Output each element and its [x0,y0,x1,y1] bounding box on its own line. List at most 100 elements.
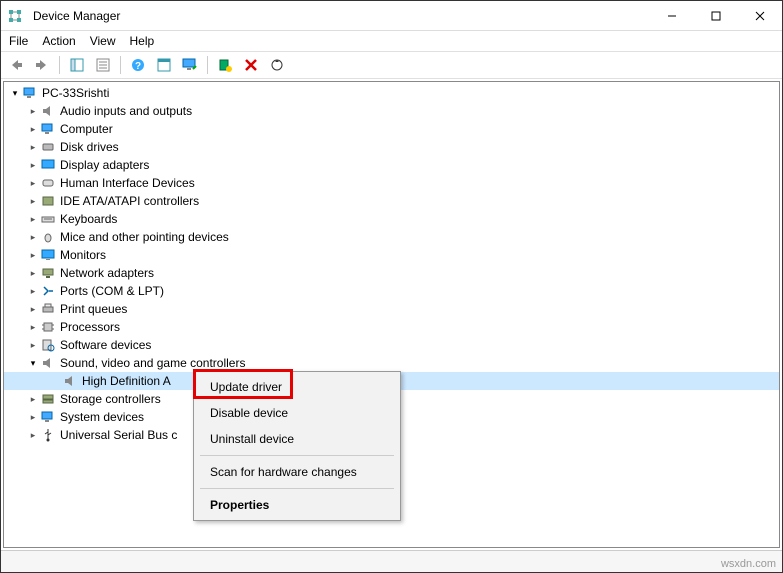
add-hardware-button[interactable] [214,54,236,76]
expander-icon[interactable]: ▸ [26,158,40,172]
expander-icon[interactable]: ▸ [26,230,40,244]
expander-icon[interactable]: ▸ [26,320,40,334]
tree-category[interactable]: ▸ Keyboards [4,210,779,228]
menu-view[interactable]: View [90,34,116,48]
expander-icon[interactable]: ▸ [26,212,40,226]
maximize-button[interactable] [694,1,738,31]
sound-icon [40,355,56,371]
expander-icon[interactable]: ▸ [26,338,40,352]
ctx-properties[interactable]: Properties [196,492,398,518]
tree-root[interactable]: ▾ PC-33Srishti [4,84,779,102]
category-label: Computer [60,122,113,136]
tree-category[interactable]: ▸Network adapters [4,264,779,282]
category-label: Keyboards [60,212,117,226]
mouse-icon [40,229,56,245]
menu-bar: File Action View Help [1,31,782,51]
expander-icon[interactable]: ▸ [26,104,40,118]
ctx-scan-changes[interactable]: Scan for hardware changes [196,459,398,485]
display-icon [40,157,56,173]
minimize-button[interactable] [650,1,694,31]
expander-icon[interactable]: ▾ [26,356,40,370]
network-icon [40,265,56,281]
hid-icon [40,175,56,191]
category-label: Human Interface Devices [60,176,195,190]
titlebar: Device Manager [1,1,782,31]
close-button[interactable] [738,1,782,31]
tree-category[interactable]: ▸ Print queues [4,300,779,318]
expander-icon[interactable]: ▸ [26,176,40,190]
keyboard-icon [40,211,56,227]
disk-icon [40,139,56,155]
monitor-button[interactable] [179,54,201,76]
menu-help[interactable]: Help [130,34,155,48]
show-hide-tree-button[interactable] [66,54,88,76]
tree-category[interactable]: ▸ Ports (COM & LPT) [4,282,779,300]
menu-action[interactable]: Action [42,34,75,48]
expander-icon[interactable]: ▸ [26,428,40,442]
category-label: Disk drives [60,140,119,154]
app-icon [7,8,23,24]
category-label: Processors [60,320,120,334]
category-label: Monitors [60,248,106,262]
properties-button[interactable] [92,54,114,76]
cpu-icon [40,319,56,335]
tree-category[interactable]: ▸IDE ATA/ATAPI controllers [4,192,779,210]
usb-icon [40,427,56,443]
tree-category[interactable]: ▸ Monitors [4,246,779,264]
expander-icon[interactable]: ▸ [26,122,40,136]
category-label: Ports (COM & LPT) [60,284,164,298]
context-menu-separator [200,488,394,489]
toolbar-separator [59,56,60,74]
category-label: Mice and other pointing devices [60,230,229,244]
storage-icon [40,391,56,407]
toolbar-separator [207,56,208,74]
category-label: Universal Serial Bus c [60,428,177,442]
category-label: Audio inputs and outputs [60,104,192,118]
tree-category[interactable]: ▸ Display adapters [4,156,779,174]
svg-text:?: ? [135,61,141,72]
audio-icon [40,103,56,119]
category-label: Sound, video and game controllers [60,356,245,370]
computer-icon [22,85,38,101]
nav-back-button[interactable] [5,54,27,76]
context-menu: Update driver Disable device Uninstall d… [193,371,401,521]
expander-icon[interactable]: ▸ [26,410,40,424]
context-menu-separator [200,455,394,456]
panel-button[interactable] [153,54,175,76]
ctx-update-driver[interactable]: Update driver [196,374,398,400]
tree-category[interactable]: ▸ Software devices [4,336,779,354]
printer-icon [40,301,56,317]
monitor-icon [40,247,56,263]
ctx-disable-device[interactable]: Disable device [196,400,398,426]
category-label: Storage controllers [60,392,161,406]
tree-category[interactable]: ▸ Human Interface Devices [4,174,779,192]
expander-icon[interactable]: ▸ [26,284,40,298]
tree-category[interactable]: ▸ Processors [4,318,779,336]
ctx-uninstall-device[interactable]: Uninstall device [196,426,398,452]
category-label: Display adapters [60,158,149,172]
expander-icon[interactable]: ▸ [26,194,40,208]
category-label: Print queues [60,302,127,316]
tree-category[interactable]: ▸ Computer [4,120,779,138]
scan-changes-button[interactable] [266,54,288,76]
remove-button[interactable] [240,54,262,76]
expander-icon[interactable]: ▸ [26,266,40,280]
computer-icon [40,121,56,137]
expander-icon[interactable]: ▸ [26,302,40,316]
tree-category[interactable]: ▸ Audio inputs and outputs [4,102,779,120]
tree-category-sound[interactable]: ▾ Sound, video and game controllers [4,354,779,372]
expander-icon[interactable]: ▸ [26,140,40,154]
device-label: High Definition A [82,374,171,388]
expander-icon[interactable]: ▸ [26,392,40,406]
expander-icon[interactable]: ▾ [8,86,22,100]
help-button[interactable]: ? [127,54,149,76]
tree-category[interactable]: ▸ Mice and other pointing devices [4,228,779,246]
status-bar [1,550,782,572]
nav-forward-button[interactable] [31,54,53,76]
tree-category[interactable]: ▸ Disk drives [4,138,779,156]
ports-icon [40,283,56,299]
category-label: System devices [60,410,144,424]
expander-icon[interactable]: ▸ [26,248,40,262]
category-label: Software devices [60,338,151,352]
menu-file[interactable]: File [9,34,28,48]
